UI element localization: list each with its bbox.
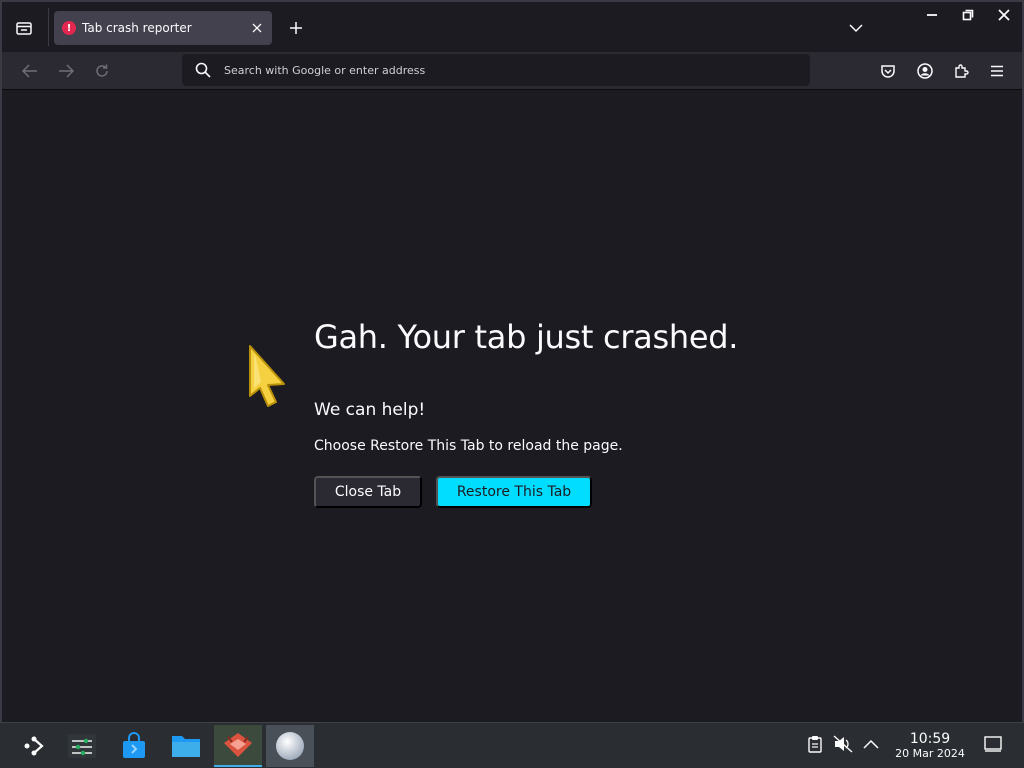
alert-icon: ! — [62, 21, 76, 35]
menu-button[interactable] — [981, 55, 1013, 87]
page-title: Gah. Your tab just crashed. — [314, 318, 739, 356]
clock-time: 10:59 — [909, 731, 951, 747]
volume-muted-icon — [833, 735, 853, 753]
page-content: Gah. Your tab just crashed. We can help!… — [2, 90, 1022, 724]
tab-title: Tab crash reporter — [82, 21, 192, 35]
application-launcher[interactable] — [10, 725, 58, 767]
taskbar-system-settings[interactable] — [58, 725, 106, 767]
close-tab-icon[interactable] — [246, 17, 268, 39]
tray-volume[interactable] — [830, 731, 856, 757]
digital-clock[interactable]: 10:59 20 Mar 2024 — [884, 731, 976, 761]
tab-separator — [48, 8, 49, 46]
hamburger-menu-icon — [991, 65, 1003, 77]
clipboard-icon — [808, 736, 822, 753]
close-icon — [998, 9, 1010, 21]
list-all-tabs-button[interactable] — [842, 14, 870, 42]
action-buttons: Close Tab Restore This Tab — [314, 476, 814, 508]
account-button[interactable] — [909, 55, 941, 87]
taskbar-active-app[interactable] — [266, 725, 314, 767]
taskbar-discover[interactable] — [110, 725, 158, 767]
restore-tab-button[interactable]: Restore This Tab — [436, 476, 592, 508]
tray-expand[interactable] — [858, 731, 884, 757]
tab-strip: ! Tab crash reporter — [2, 2, 1022, 52]
account-icon — [917, 63, 933, 79]
url-placeholder: Search with Google or enter address — [224, 63, 426, 77]
chevron-down-icon — [849, 24, 863, 33]
puzzle-icon — [955, 64, 969, 78]
taskbar-file-manager[interactable] — [162, 725, 210, 767]
clock-date: 20 Mar 2024 — [895, 747, 965, 760]
mouse-pointer-icon — [249, 345, 285, 407]
minimize-icon — [927, 14, 937, 16]
reload-button[interactable] — [86, 55, 118, 87]
app-window-icon — [224, 733, 252, 757]
forward-arrow-icon — [59, 64, 74, 78]
plus-icon — [290, 22, 302, 34]
minimize-button[interactable] — [920, 4, 944, 26]
tray-clipboard[interactable] — [802, 731, 828, 757]
url-bar[interactable]: Search with Google or enter address — [182, 54, 810, 86]
sphere-app-icon — [276, 732, 304, 760]
close-window-button[interactable] — [992, 4, 1016, 26]
taskbar: 10:59 20 Mar 2024 — [0, 722, 1024, 768]
crash-report-panel: Gah. Your tab just crashed. We can help!… — [314, 318, 814, 508]
navigation-toolbar: Search with Google or enter address — [2, 52, 1022, 90]
restore-window-icon — [962, 9, 974, 21]
back-arrow-icon — [22, 64, 37, 78]
window-controls — [920, 4, 1016, 26]
page-subtitle: We can help! — [314, 400, 426, 420]
extensions-button[interactable] — [945, 55, 977, 87]
search-icon — [194, 61, 212, 79]
tab-list-button[interactable] — [8, 12, 40, 44]
pocket-icon — [881, 65, 895, 78]
show-desktop-icon — [984, 736, 1002, 752]
discover-store-icon — [123, 732, 145, 758]
forward-button[interactable] — [50, 55, 82, 87]
taskbar-firefox[interactable] — [214, 725, 262, 767]
firefox-view-icon — [16, 22, 32, 35]
new-tab-button[interactable] — [282, 14, 310, 42]
system-settings-icon — [68, 734, 96, 758]
show-desktop-button[interactable] — [980, 731, 1006, 757]
restore-window-button[interactable] — [956, 4, 980, 26]
chevron-up-icon — [863, 739, 879, 749]
folder-icon — [172, 736, 200, 757]
reload-icon — [96, 64, 108, 77]
page-message: Choose Restore This Tab to reload the pa… — [314, 438, 623, 454]
browser-window: ! Tab crash reporter Search with Google … — [0, 0, 1024, 724]
close-tab-button[interactable]: Close Tab — [314, 476, 422, 508]
pocket-button[interactable] — [872, 55, 904, 87]
tab-crash-reporter[interactable]: ! Tab crash reporter — [54, 11, 272, 45]
back-button[interactable] — [14, 55, 46, 87]
plasma-launcher-icon — [24, 736, 44, 756]
